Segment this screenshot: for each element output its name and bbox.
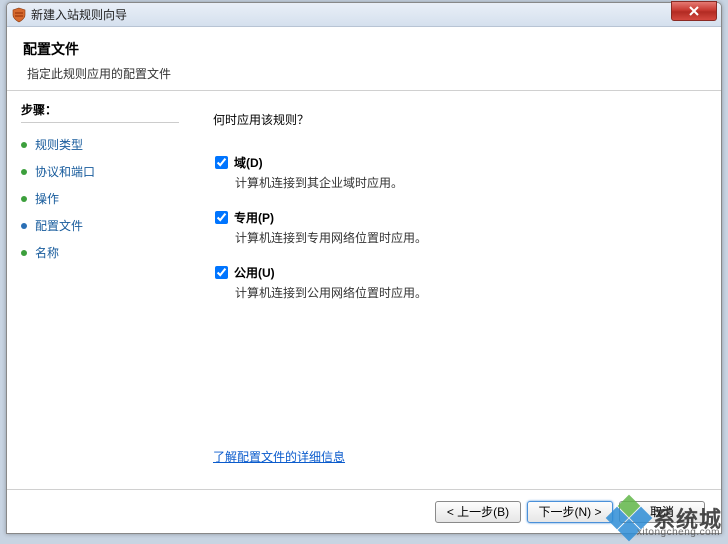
close-button[interactable] [671,1,717,21]
firewall-icon [11,7,27,23]
checkbox-domain-desc: 计算机连接到其企业域时应用。 [235,174,699,191]
wizard-window: 新建入站规则向导 配置文件 指定此规则应用的配置文件 步骤： 规则类型 协议和端… [6,2,722,534]
checkbox-private-group: 专用(P) 计算机连接到专用网络位置时应用。 [213,209,699,246]
button-bar: < 上一步(B) 下一步(N) > 取消 [7,489,721,533]
step-label: 规则类型 [35,136,83,153]
bullet-icon [21,142,27,148]
sidebar-divider [21,122,179,123]
profile-question: 何时应用该规则？ [213,111,699,128]
step-name[interactable]: 名称 [21,239,179,266]
step-action[interactable]: 操作 [21,185,179,212]
steps-sidebar: 步骤： 规则类型 协议和端口 操作 配置文件 名称 [7,91,189,489]
step-rule-type[interactable]: 规则类型 [21,131,179,158]
body-pane: 步骤： 规则类型 协议和端口 操作 配置文件 名称 [7,91,721,489]
step-label: 名称 [35,244,59,261]
checkbox-private-desc: 计算机连接到专用网络位置时应用。 [235,229,699,246]
bullet-icon [21,250,27,256]
content-pane: 何时应用该规则？ 域(D) 计算机连接到其企业域时应用。 专用(P) 计算机连接… [189,91,721,489]
step-profile[interactable]: 配置文件 [21,212,179,239]
checkbox-domain-group: 域(D) 计算机连接到其企业域时应用。 [213,154,699,191]
step-label: 操作 [35,190,59,207]
checkbox-private[interactable] [215,211,228,224]
back-button[interactable]: < 上一步(B) [435,501,521,523]
learn-more-link[interactable]: 了解配置文件的详细信息 [213,448,699,465]
close-icon [688,6,700,16]
bullet-icon [21,196,27,202]
step-label: 配置文件 [35,217,83,234]
next-button[interactable]: 下一步(N) > [527,501,613,523]
steps-heading: 步骤： [21,101,179,118]
header-pane: 配置文件 指定此规则应用的配置文件 [7,27,721,91]
checkbox-public-group: 公用(U) 计算机连接到公用网络位置时应用。 [213,264,699,301]
bullet-icon [21,169,27,175]
cancel-button[interactable]: 取消 [619,501,705,523]
step-protocol-ports[interactable]: 协议和端口 [21,158,179,185]
step-label: 协议和端口 [35,163,95,180]
bullet-icon [21,223,27,229]
page-title: 配置文件 [23,39,705,59]
checkbox-private-label: 专用(P) [234,209,274,226]
window-title: 新建入站规则向导 [31,6,127,23]
checkbox-domain-label: 域(D) [234,154,263,171]
checkbox-public-label: 公用(U) [234,264,275,281]
page-subtitle: 指定此规则应用的配置文件 [27,65,705,82]
checkbox-public-desc: 计算机连接到公用网络位置时应用。 [235,284,699,301]
checkbox-domain[interactable] [215,156,228,169]
checkbox-public[interactable] [215,266,228,279]
titlebar[interactable]: 新建入站规则向导 [7,3,721,27]
